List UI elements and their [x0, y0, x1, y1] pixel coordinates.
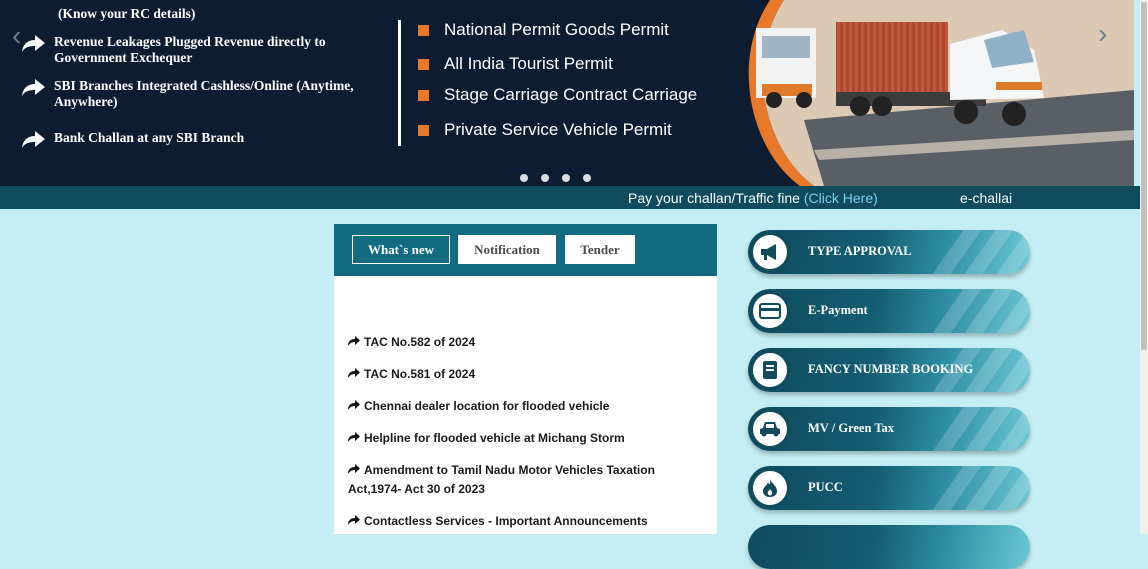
service-label: MV / Green Tax	[808, 421, 895, 435]
scrollbar[interactable]	[1140, 0, 1148, 534]
permit-item: National Permit Goods Permit	[418, 20, 669, 40]
ticker-challan: Pay your challan/Traffic fine (Click Her…	[628, 190, 878, 206]
permit-item: All India Tourist Permit	[418, 54, 613, 74]
benefit-text: SBI Branches Integrated Cashless/Online …	[54, 78, 354, 109]
service-next[interactable]	[748, 525, 1032, 569]
news-item[interactable]: TAC No.582 of 2024	[348, 333, 698, 352]
permit-item: Stage Carriage Contract Carriage	[418, 85, 697, 105]
scrollbar-thumb[interactable]	[1141, 2, 1147, 350]
news-link[interactable]: TAC No.582 of 2024	[364, 335, 475, 349]
share-arrow-icon	[22, 35, 45, 52]
service-label: TYPE APPROVAL	[808, 244, 912, 258]
share-arrow-icon	[348, 515, 360, 525]
megaphone-icon	[750, 232, 790, 272]
permit-text: All India Tourist Permit	[444, 54, 613, 73]
service-label: E-Payment	[808, 303, 868, 317]
share-arrow-icon	[348, 464, 360, 474]
tab-tender[interactable]: Tender	[565, 235, 635, 264]
bullet-square-icon	[418, 24, 429, 36]
bullet-square-icon	[418, 89, 429, 101]
carousel-dot[interactable]	[583, 174, 591, 182]
bullet-square-icon	[418, 58, 429, 70]
carousel-dot[interactable]	[562, 174, 570, 182]
share-arrow-icon	[348, 368, 360, 378]
share-arrow-icon	[22, 79, 45, 96]
service-label: PUCC	[808, 480, 843, 494]
benefit-item: SBI Branches Integrated Cashless/Online …	[20, 78, 354, 110]
service-pucc[interactable]: PUCC	[748, 466, 1032, 510]
news-ticker: Pay your challan/Traffic fine (Click Her…	[0, 186, 1140, 209]
news-panel: What`s new Notification Tender TAC No.58…	[334, 224, 717, 534]
news-link[interactable]: Amendment to Tamil Nadu Motor Vehicles T…	[348, 463, 655, 496]
bullet-square-icon	[418, 124, 429, 136]
news-item[interactable]: Helpline for flooded vehicle at Michang …	[348, 429, 698, 448]
service-e-payment[interactable]: E-Payment	[748, 289, 1032, 333]
share-arrow-icon	[348, 336, 360, 346]
news-link[interactable]: Contactless Services - Important Announc…	[364, 514, 648, 528]
service-pill	[748, 525, 1030, 569]
benefit-text: Bank Challan at any SBI Branch	[54, 130, 245, 145]
benefit-item: Revenue Leakages Plugged Revenue directl…	[20, 34, 364, 66]
service-label: FANCY NUMBER BOOKING	[808, 362, 974, 376]
share-arrow-icon	[348, 432, 360, 442]
ticker-text: Pay your challan/Traffic fine	[628, 190, 804, 206]
carousel-dot[interactable]	[520, 174, 528, 182]
book-icon	[750, 350, 790, 390]
flame-icon	[750, 468, 790, 508]
truck-illustration	[748, 0, 1134, 186]
permit-text: National Permit Goods Permit	[444, 20, 669, 39]
service-green-tax[interactable]: MV / Green Tax	[748, 407, 1032, 451]
permit-text: Stage Carriage Contract Carriage	[444, 85, 698, 104]
service-pill	[748, 466, 1030, 510]
carousel-dot[interactable]	[541, 174, 549, 182]
news-link[interactable]: Helpline for flooded vehicle at Michang …	[364, 431, 625, 445]
credit-card-icon	[750, 291, 790, 331]
news-link[interactable]: Chennai dealer location for flooded vehi…	[364, 399, 609, 413]
service-type-approval[interactable]: TYPE APPROVAL	[748, 230, 1032, 274]
permit-text: Private Service Vehicle Permit	[444, 120, 672, 139]
news-link[interactable]: TAC No.581 of 2024	[364, 367, 475, 381]
chevron-right-icon[interactable]: ›	[1098, 18, 1107, 50]
carousel-indicators	[520, 174, 591, 182]
news-item[interactable]: Amendment to Tamil Nadu Motor Vehicles T…	[348, 461, 698, 499]
permit-item: Private Service Vehicle Permit	[418, 120, 672, 140]
car-icon	[750, 409, 790, 449]
divider	[398, 20, 401, 146]
news-item[interactable]: Contactless Services - Important Announc…	[348, 512, 698, 531]
hero-banner: (Know your RC details) Revenue Leakages …	[0, 0, 1134, 186]
share-arrow-icon	[348, 400, 360, 410]
share-arrow-icon	[22, 131, 45, 148]
benefit-item: Bank Challan at any SBI Branch	[20, 130, 244, 150]
click-here-link[interactable]: (Click Here)	[804, 190, 878, 206]
news-item[interactable]: Chennai dealer location for flooded vehi…	[348, 397, 698, 416]
tab-notification[interactable]: Notification	[458, 235, 556, 264]
chevron-left-icon[interactable]: ‹	[12, 20, 21, 52]
rc-details-text: (Know your RC details)	[58, 6, 196, 21]
service-pill	[748, 289, 1030, 333]
benefit-text: Revenue Leakages Plugged Revenue directl…	[54, 34, 326, 65]
ticker-echallan: e-challai	[960, 190, 1013, 206]
news-tabs: What`s new Notification Tender	[334, 224, 717, 276]
news-item[interactable]: TAC No.581 of 2024	[348, 365, 698, 384]
service-fancy-number[interactable]: FANCY NUMBER BOOKING	[748, 348, 1032, 392]
tab-whats-new[interactable]: What`s new	[352, 235, 450, 264]
